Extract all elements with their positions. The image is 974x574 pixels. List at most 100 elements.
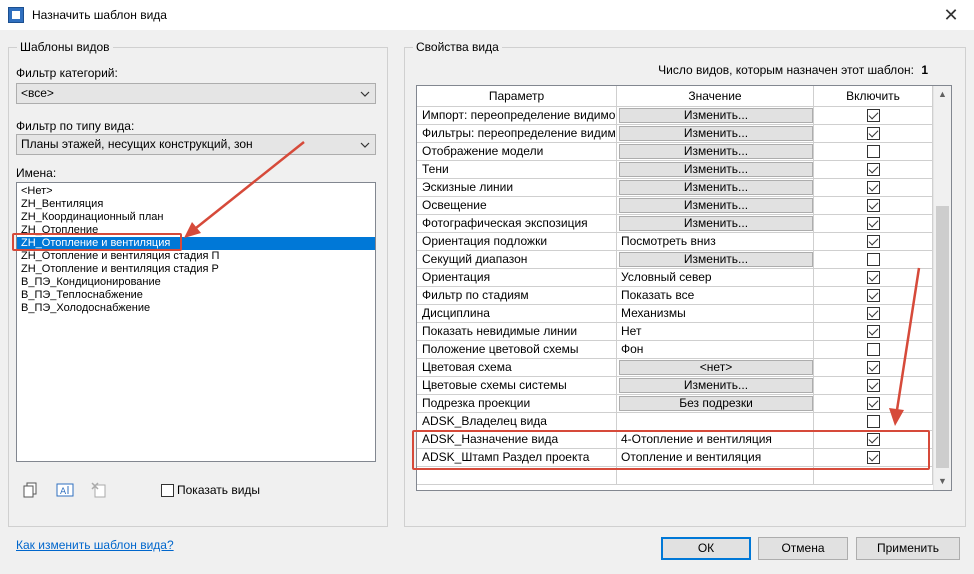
include-checkbox[interactable] <box>866 325 880 339</box>
template-names-list[interactable]: <Нет> ZH_Вентиляция ZH_Координационный п… <box>16 182 376 462</box>
include-checkbox[interactable] <box>866 145 880 159</box>
table-row[interactable]: Эскизные линии Изменить... <box>417 179 933 197</box>
table-row[interactable]: Подрезка проекции Без подрезки <box>417 395 933 413</box>
table-row[interactable]: Цветовые схемы системы Изменить... <box>417 377 933 395</box>
table-row[interactable]: Секущий диапазон Изменить... <box>417 251 933 269</box>
row-value-text[interactable]: Условный север <box>619 270 712 284</box>
include-checkbox[interactable] <box>866 343 880 357</box>
table-row[interactable]: Тени Изменить... <box>417 161 933 179</box>
cancel-button[interactable]: Отмена <box>758 537 848 560</box>
row-edit-button[interactable]: Изменить... <box>619 108 813 123</box>
category-filter-select[interactable]: <все> <box>16 83 376 104</box>
table-row[interactable]: Цветовая схема <нет> <box>417 359 933 377</box>
row-value-text[interactable]: Показать все <box>619 288 694 302</box>
row-include <box>814 197 933 215</box>
include-checkbox[interactable] <box>866 415 880 429</box>
list-item[interactable]: ZH_Вентиляция <box>17 198 375 211</box>
scroll-up-icon[interactable]: ▲ <box>934 86 951 103</box>
table-row[interactable]: Ориентация подложки Посмотреть вниз <box>417 233 933 251</box>
row-include <box>814 179 933 197</box>
include-checkbox[interactable] <box>866 253 880 267</box>
table-scrollbar[interactable]: ▲ ▼ <box>933 86 951 490</box>
table-row[interactable]: Фильтры: переопределение видим Изменить..… <box>417 125 933 143</box>
close-button[interactable]: ✕ <box>940 4 962 26</box>
row-include <box>814 233 933 251</box>
include-checkbox[interactable] <box>866 127 880 141</box>
row-include <box>814 287 933 305</box>
include-checkbox[interactable] <box>866 217 880 231</box>
table-row[interactable]: Освещение Изменить... <box>417 197 933 215</box>
delete-icon[interactable] <box>90 481 108 499</box>
row-edit-button[interactable]: Изменить... <box>619 216 813 231</box>
list-item[interactable]: В_ПЭ_Холодоснабжение <box>17 302 375 315</box>
include-checkbox[interactable] <box>866 199 880 213</box>
include-checkbox[interactable] <box>866 397 880 411</box>
duplicate-icon[interactable] <box>22 481 40 499</box>
include-checkbox[interactable] <box>866 235 880 249</box>
annotation-highlight-adsk-rows <box>412 430 930 470</box>
table-row[interactable]: Фотографическая экспозиция Изменить... <box>417 215 933 233</box>
list-item[interactable]: В_ПЭ_Кондиционирование <box>17 276 375 289</box>
scroll-thumb[interactable] <box>936 206 949 468</box>
table-row[interactable]: Ориентация Условный север <box>417 269 933 287</box>
table-row[interactable]: Показать невидимые линии Нет <box>417 323 933 341</box>
row-value <box>617 413 814 431</box>
list-item[interactable]: В_ПЭ_Теплоснабжение <box>17 289 375 302</box>
title-bar: Назначить шаблон вида ✕ <box>0 0 974 30</box>
list-item[interactable]: ZH_Координационный план <box>17 211 375 224</box>
help-link[interactable]: Как изменить шаблон вида? <box>16 538 174 552</box>
ok-button[interactable]: ОК <box>661 537 751 560</box>
row-include <box>814 107 933 125</box>
list-item[interactable]: <Нет> <box>17 185 375 198</box>
column-header-parameter[interactable]: Параметр <box>417 86 617 107</box>
include-checkbox[interactable] <box>866 109 880 123</box>
include-checkbox[interactable] <box>866 289 880 303</box>
row-edit-button[interactable]: Изменить... <box>619 126 813 141</box>
show-views-checkbox[interactable] <box>161 483 174 497</box>
list-item[interactable]: ZH_Отопление и вентиляция стадия П <box>17 250 375 263</box>
row-parameter: Фотографическая экспозиция <box>417 215 617 233</box>
row-edit-button[interactable]: Изменить... <box>619 252 813 267</box>
row-value-text[interactable]: Нет <box>619 324 641 338</box>
include-checkbox[interactable] <box>866 181 880 195</box>
row-parameter: Фильтры: переопределение видим <box>417 125 617 143</box>
show-views-option[interactable]: Показать виды <box>161 483 260 497</box>
table-row[interactable]: Импорт: переопределение видимо Изменить..… <box>417 107 933 125</box>
apply-button[interactable]: Применить <box>856 537 960 560</box>
table-row[interactable]: ADSK_Владелец вида <box>417 413 933 431</box>
table-row[interactable]: Дисциплина Механизмы <box>417 305 933 323</box>
row-parameter: Положение цветовой схемы <box>417 341 617 359</box>
include-checkbox[interactable] <box>866 163 880 177</box>
row-include <box>814 323 933 341</box>
table-row[interactable]: Фильтр по стадиям Показать все <box>417 287 933 305</box>
row-edit-button[interactable]: Изменить... <box>619 144 813 159</box>
table-row[interactable]: Положение цветовой схемы Фон <box>417 341 933 359</box>
scroll-down-icon[interactable]: ▼ <box>934 473 951 490</box>
row-value-text[interactable]: Посмотреть вниз <box>619 234 716 248</box>
column-header-include[interactable]: Включить <box>814 86 933 107</box>
row-value-text[interactable]: Фон <box>619 342 643 356</box>
row-edit-button[interactable]: Изменить... <box>619 378 813 393</box>
row-include <box>814 215 933 233</box>
include-checkbox[interactable] <box>866 361 880 375</box>
row-value: Изменить... <box>617 377 814 395</box>
row-edit-button[interactable]: Изменить... <box>619 198 813 213</box>
list-item[interactable]: ZH_Отопление и вентиляция стадия Р <box>17 263 375 276</box>
include-checkbox[interactable] <box>866 271 880 285</box>
column-header-value[interactable]: Значение <box>617 86 814 107</box>
rename-icon[interactable]: A <box>56 481 74 499</box>
assigned-count: Число видов, которым назначен этот шабло… <box>658 63 928 77</box>
category-filter-label: Фильтр категорий: <box>16 66 118 80</box>
row-value-text[interactable]: Механизмы <box>619 306 686 320</box>
include-checkbox[interactable] <box>866 379 880 393</box>
row-edit-button[interactable]: <нет> <box>619 360 813 375</box>
include-checkbox[interactable] <box>866 307 880 321</box>
row-edit-button[interactable]: Изменить... <box>619 180 813 195</box>
viewtype-filter-select[interactable]: Планы этажей, несущих конструкций, зон <box>16 134 376 155</box>
row-parameter: Цветовые схемы системы <box>417 377 617 395</box>
app-icon <box>8 7 24 23</box>
row-edit-button[interactable]: Без подрезки <box>619 396 813 411</box>
row-value-text[interactable] <box>619 414 621 428</box>
row-edit-button[interactable]: Изменить... <box>619 162 813 177</box>
table-row[interactable]: Отображение модели Изменить... <box>417 143 933 161</box>
